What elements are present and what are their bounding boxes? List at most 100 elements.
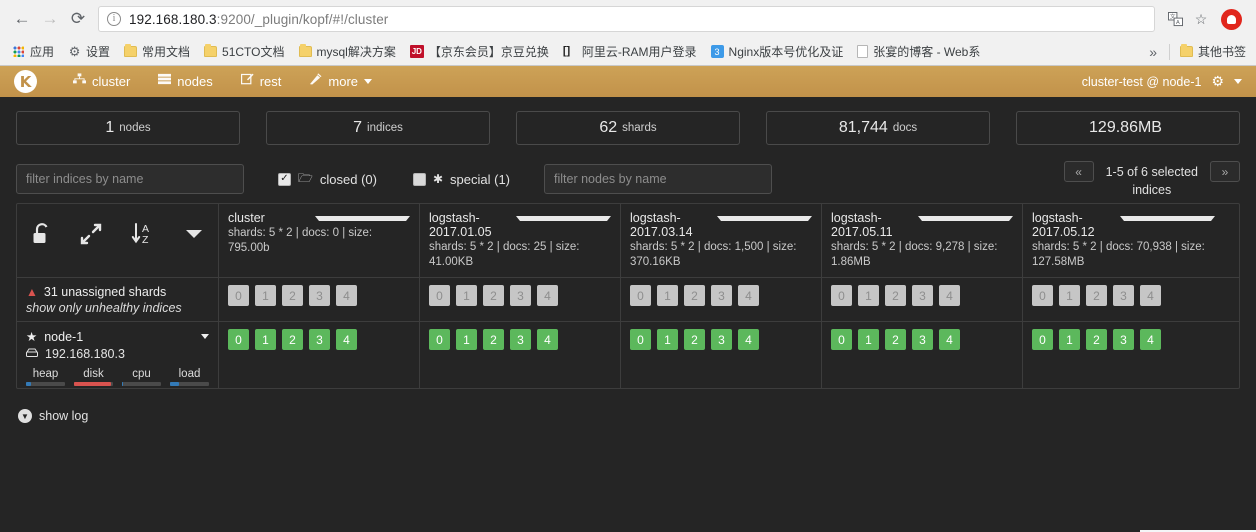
shard-cell[interactable]: 1 — [858, 329, 879, 350]
shard-cell[interactable]: 0 — [429, 329, 450, 350]
show-log-toggle[interactable]: ▼ show log — [12, 389, 1244, 443]
bookmark-common-docs[interactable]: 常用文档 — [118, 41, 196, 62]
shard-cell[interactable]: 2 — [1086, 329, 1107, 350]
back-icon[interactable]: ← — [8, 5, 36, 33]
bookmark-apps[interactable]: 应用 — [6, 41, 60, 62]
shard-cell[interactable]: 1 — [657, 329, 678, 350]
nav-item-rest[interactable]: rest — [227, 66, 296, 97]
chevron-down-icon[interactable] — [516, 216, 611, 221]
shard-cell[interactable]: 3 — [912, 285, 933, 306]
bookmark-other-bookmarks[interactable]: 其他书签 — [1174, 41, 1252, 62]
shard-cell[interactable]: 1 — [858, 285, 879, 306]
profile-avatar[interactable] — [1221, 8, 1242, 30]
shard-cell[interactable]: 0 — [1032, 285, 1053, 306]
shard-cell[interactable]: 2 — [885, 285, 906, 306]
node-metrics: heap disk cpu load — [26, 368, 209, 386]
shard-cell[interactable]: 2 — [684, 329, 705, 350]
shard-cell[interactable]: 4 — [537, 329, 558, 350]
bookmark-mysql-solutions[interactable]: mysql解决方案 — [293, 41, 402, 62]
chevron-down-icon[interactable] — [918, 216, 1013, 221]
chevron-down-icon[interactable] — [1234, 79, 1242, 84]
shard-cell[interactable]: 3 — [912, 329, 933, 350]
chevron-down-icon[interactable] — [1119, 216, 1215, 221]
shard-cell[interactable]: 4 — [738, 285, 759, 306]
shard-cell[interactable]: 4 — [1140, 329, 1161, 350]
shard-cell[interactable]: 3 — [510, 285, 531, 306]
shard-cell[interactable]: 1 — [456, 285, 477, 306]
translate-icon[interactable]: 文A — [1163, 7, 1187, 31]
shard-cell[interactable]: 0 — [1032, 329, 1053, 350]
shard-cell[interactable]: 0 — [630, 285, 651, 306]
shard-cell[interactable]: 1 — [255, 285, 276, 306]
closed-filter-toggle[interactable]: ✓ 🗁 closed (0) — [278, 169, 377, 190]
bookmark-nginx[interactable]: 3 Nginx版本号优化及证 — [705, 41, 850, 62]
shard-cell[interactable]: 2 — [282, 329, 303, 350]
special-filter-toggle[interactable]: ✱ special (1) — [412, 172, 510, 187]
shard-cell[interactable]: 0 — [228, 329, 249, 350]
nav-item-nodes[interactable]: nodes — [144, 66, 226, 97]
shard-cell[interactable]: 1 — [255, 329, 276, 350]
shard-cell[interactable]: 4 — [336, 285, 357, 306]
filter-nodes-input[interactable] — [544, 164, 772, 194]
nav-item-cluster[interactable]: cluster — [59, 66, 144, 97]
bookmarks-overflow-icon[interactable]: » — [1141, 44, 1165, 60]
shard-cell[interactable]: 2 — [684, 285, 705, 306]
bookmark-jd[interactable]: JD 【京东会员】京豆兑换 — [404, 41, 555, 62]
shard-cell[interactable]: 2 — [282, 285, 303, 306]
shard-cell[interactable]: 4 — [537, 285, 558, 306]
chevron-down-icon[interactable] — [315, 216, 410, 221]
shard-cell[interactable]: 0 — [429, 285, 450, 306]
shard-cell[interactable]: 4 — [939, 329, 960, 350]
shard-cell[interactable]: 4 — [738, 329, 759, 350]
shard-cell[interactable]: 1 — [456, 329, 477, 350]
shard-cell[interactable]: 1 — [1059, 285, 1080, 306]
chevron-down-icon[interactable] — [185, 228, 203, 240]
shard-cell[interactable]: 3 — [711, 329, 732, 350]
shard-cell[interactable]: 0 — [831, 285, 852, 306]
shard-cell[interactable]: 0 — [630, 329, 651, 350]
sort-alpha-az-icon[interactable]: AZ — [131, 222, 157, 246]
shard-cell[interactable]: 2 — [885, 329, 906, 350]
shard-cell[interactable]: 4 — [336, 329, 357, 350]
shard-cell[interactable]: 0 — [831, 329, 852, 350]
filter-indices-input[interactable] — [16, 164, 244, 194]
shard-cell[interactable]: 1 — [657, 285, 678, 306]
bookmark-aliyun-ram[interactable]: [] 阿里云-RAM用户登录 — [557, 41, 703, 62]
special-checkbox[interactable] — [412, 172, 426, 186]
shard-cell[interactable]: 4 — [939, 285, 960, 306]
bookmark-star-icon[interactable]: ☆ — [1189, 7, 1213, 31]
bookmark-51cto-docs[interactable]: 51CTO文档 — [198, 41, 290, 62]
shard-cell[interactable]: 2 — [1086, 285, 1107, 306]
shard-cell[interactable]: 3 — [510, 329, 531, 350]
expand-arrows-icon[interactable] — [80, 223, 102, 245]
chevron-down-icon[interactable] — [201, 334, 209, 339]
unlock-icon[interactable] — [32, 222, 52, 246]
site-info-icon[interactable]: i — [107, 12, 121, 26]
show-unhealthy-indices-link[interactable]: show only unhealthy indices — [26, 301, 209, 315]
forward-icon[interactable]: → — [36, 5, 64, 33]
shard-cell[interactable]: 3 — [711, 285, 732, 306]
shard-cell[interactable]: 3 — [1113, 285, 1134, 306]
pager-next-button[interactable]: » — [1210, 161, 1240, 182]
chevron-down-icon[interactable] — [717, 216, 812, 221]
address-bar[interactable]: i 192.168.180.3:9200/_plugin/kopf/#!/clu… — [98, 6, 1155, 32]
bookmark-zhangyan-blog[interactable]: 张宴的博客 - Web系 — [851, 41, 986, 62]
gear-icon[interactable]: ⚙ — [1211, 73, 1224, 90]
reload-icon[interactable]: ⟳ — [64, 5, 92, 33]
shard-cell[interactable]: 3 — [309, 329, 330, 350]
kopf-logo-icon[interactable]: K — [14, 70, 37, 93]
bookmark-label: 【京东会员】京豆兑换 — [428, 45, 549, 59]
metric-disk: disk — [74, 368, 113, 386]
closed-checkbox[interactable]: ✓ — [278, 172, 291, 186]
pager-prev-button[interactable]: « — [1063, 161, 1094, 182]
shard-cell[interactable]: 3 — [309, 285, 330, 306]
shard-cell[interactable]: 1 — [1059, 329, 1080, 350]
shard-cell[interactable]: 2 — [483, 329, 504, 350]
shard-cell[interactable]: 3 — [1113, 329, 1134, 350]
shard-cell[interactable]: 4 — [1140, 285, 1161, 306]
shard-cell[interactable]: 0 — [228, 285, 249, 306]
shard-cell[interactable]: 2 — [483, 285, 504, 306]
rest-icon — [240, 66, 254, 97]
nav-item-more[interactable]: more — [295, 66, 386, 97]
bookmark-settings[interactable]: ⚙ 设置 — [62, 41, 116, 62]
